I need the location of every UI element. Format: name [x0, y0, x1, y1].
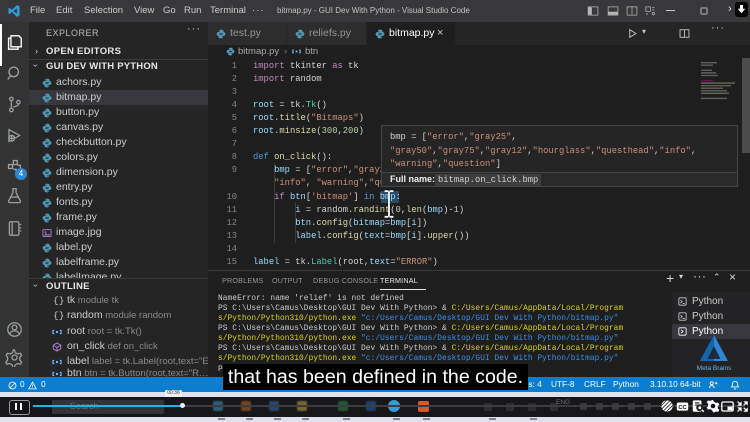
svg-text:CC: CC — [678, 404, 686, 410]
svg-text:Meta Brains: Meta Brains — [697, 365, 731, 372]
